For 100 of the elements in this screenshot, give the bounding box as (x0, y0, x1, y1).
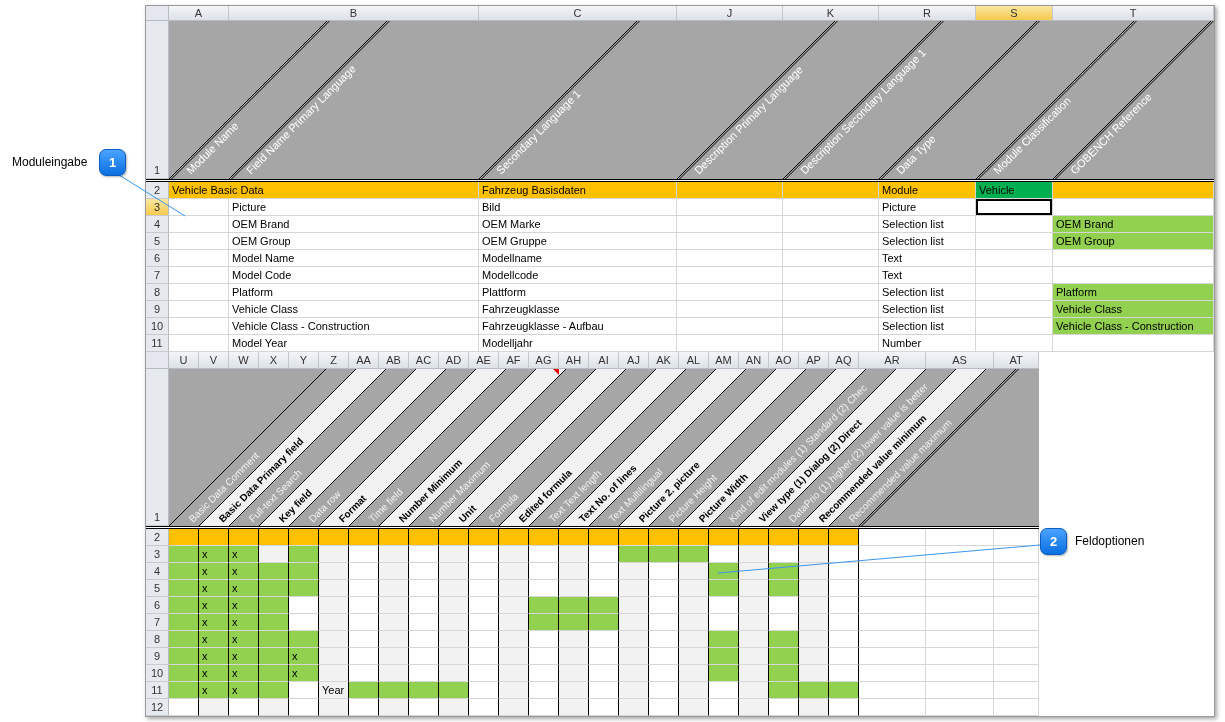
column-header[interactable]: A (169, 6, 229, 21)
column-header[interactable]: AK (649, 352, 679, 369)
column-header[interactable]: T (1053, 6, 1214, 21)
cell-text: x (202, 633, 208, 645)
table-cell (469, 614, 499, 631)
row-header[interactable]: 3 (146, 546, 169, 563)
row-header[interactable]: 7 (146, 614, 169, 631)
table-cell (499, 597, 529, 614)
table-cell (859, 648, 926, 665)
column-header[interactable]: W (229, 352, 259, 369)
row-header[interactable]: 4 (146, 563, 169, 580)
table-cell (559, 631, 589, 648)
table-cell (829, 563, 859, 580)
column-header[interactable]: AB (379, 352, 409, 369)
column-header[interactable]: X (259, 352, 289, 369)
column-header[interactable]: AL (679, 352, 709, 369)
table-cell (319, 631, 349, 648)
row-header[interactable]: 11 (146, 682, 169, 699)
row-header[interactable]: 12 (146, 699, 169, 716)
row-header[interactable]: 9 (146, 301, 169, 318)
row-header[interactable]: 5 (146, 580, 169, 597)
column-header[interactable]: S (976, 6, 1053, 21)
table-cell (859, 682, 926, 699)
table-cell (319, 580, 349, 597)
column-header[interactable]: AO (769, 352, 799, 369)
column-header[interactable]: B (229, 6, 479, 21)
callout-badge: 1 (99, 149, 126, 176)
column-header[interactable]: AS (926, 352, 994, 369)
table-cell (379, 614, 409, 631)
table-cell (829, 631, 859, 648)
column-header[interactable]: AA (349, 352, 379, 369)
select-all-corner[interactable] (146, 352, 169, 369)
column-header[interactable]: Z (319, 352, 349, 369)
column-header[interactable]: AH (559, 352, 589, 369)
table-cell (829, 580, 859, 597)
table-cell (926, 563, 994, 580)
table-cell (559, 665, 589, 682)
column-header[interactable]: AD (439, 352, 469, 369)
column-header[interactable]: K (783, 6, 879, 21)
table-cell (649, 580, 679, 597)
table-cell (994, 665, 1039, 682)
table-cell (619, 580, 649, 597)
column-header[interactable]: V (199, 352, 229, 369)
row-header[interactable]: 6 (146, 597, 169, 614)
row-header[interactable]: 9 (146, 648, 169, 665)
select-all-corner[interactable] (146, 6, 169, 21)
table-cell (469, 580, 499, 597)
cell-text: x (202, 667, 208, 679)
table-cell (799, 580, 829, 597)
table-cell (529, 546, 559, 563)
table-cell (619, 665, 649, 682)
table-cell (349, 648, 379, 665)
column-header[interactable]: AQ (829, 352, 859, 369)
row-header[interactable]: 2 (146, 529, 169, 546)
table-cell (439, 614, 469, 631)
column-header[interactable]: AP (799, 352, 829, 369)
table-cell (709, 597, 739, 614)
table-cell (349, 597, 379, 614)
table-cell (994, 648, 1039, 665)
column-header[interactable]: U (169, 352, 199, 369)
row-header[interactable]: 10 (146, 665, 169, 682)
row-header[interactable]: 7 (146, 267, 169, 284)
row-header[interactable]: 1 (146, 21, 169, 179)
cell-text: Vehicle Class - Construction (232, 320, 370, 332)
row-header[interactable]: 3 (146, 199, 169, 216)
row-header[interactable]: 10 (146, 318, 169, 335)
row-header[interactable]: 8 (146, 284, 169, 301)
column-header[interactable]: AI (589, 352, 619, 369)
table-cell (799, 631, 829, 648)
cell-text: OEM Brand (232, 218, 290, 230)
column-header[interactable]: C (479, 6, 677, 21)
column-header[interactable]: AE (469, 352, 499, 369)
cell-text: x (202, 599, 208, 611)
table-cell (469, 563, 499, 580)
row-header[interactable]: 5 (146, 233, 169, 250)
row-header[interactable]: 11 (146, 335, 169, 352)
column-header[interactable]: AC (409, 352, 439, 369)
row-header[interactable]: 1 (146, 369, 169, 526)
table-cell (769, 546, 799, 563)
cell-text: Module (882, 184, 919, 196)
column-header[interactable]: AT (994, 352, 1039, 369)
table-cell (529, 682, 559, 699)
row-header[interactable]: 4 (146, 216, 169, 233)
column-header[interactable]: AR (859, 352, 926, 369)
column-header[interactable]: AG (529, 352, 559, 369)
row-header[interactable]: 2 (146, 182, 169, 199)
column-header[interactable]: Y (289, 352, 319, 369)
column-header[interactable]: AJ (619, 352, 649, 369)
table-cell (649, 614, 679, 631)
column-header[interactable]: AM (709, 352, 739, 369)
table-cell (499, 665, 529, 682)
column-header[interactable]: R (879, 6, 976, 21)
row-header[interactable]: 8 (146, 631, 169, 648)
table-cell (559, 546, 589, 563)
table-cell (439, 563, 469, 580)
table-cell (994, 614, 1039, 631)
column-header[interactable]: AN (739, 352, 769, 369)
row-header[interactable]: 6 (146, 250, 169, 267)
column-header[interactable]: AF (499, 352, 529, 369)
column-header[interactable]: J (677, 6, 783, 21)
